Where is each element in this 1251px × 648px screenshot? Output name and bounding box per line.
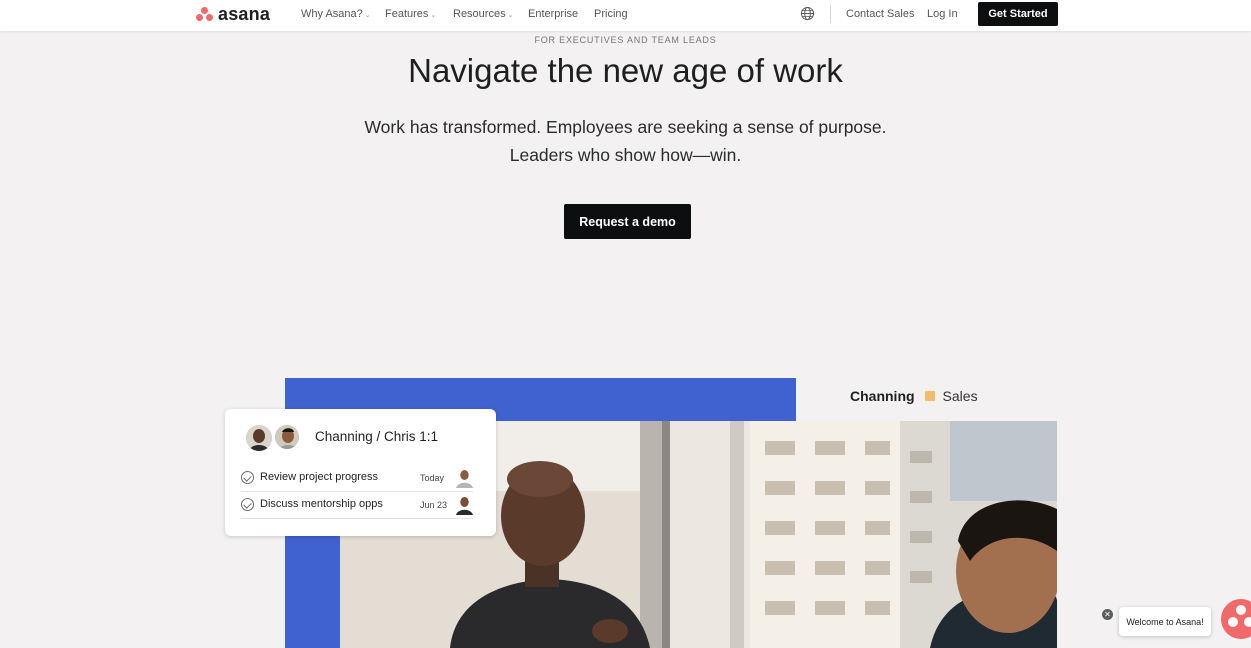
check-circle-icon[interactable] (241, 498, 254, 511)
asana-logo[interactable]: asana (196, 4, 270, 24)
nav-resources[interactable]: Resources ⌄ (453, 8, 513, 20)
nav-pricing[interactable]: Pricing (594, 8, 628, 20)
assignee-avatar (456, 497, 473, 515)
chevron-down-icon: ⌄ (430, 12, 437, 19)
page-title: Navigate the new age of work (408, 52, 843, 89)
hero-subtitle: Work has transformed. Employees are seek… (0, 113, 1251, 169)
logo-text: asana (218, 3, 271, 24)
avatar (273, 423, 301, 451)
nav-divider (830, 5, 831, 23)
task-label: Review project progress (260, 471, 378, 483)
nav-why-asana[interactable]: Why Asana? ⌄ (301, 8, 371, 20)
task-label: Discuss mentorship opps (260, 498, 383, 510)
card-title: Channing / Chris 1:1 (315, 429, 439, 444)
close-icon[interactable]: ✕ (1102, 609, 1113, 620)
avatar (246, 425, 272, 451)
task-row[interactable]: Discuss mentorship opps Jun 23 (241, 492, 473, 519)
contact-sales-link[interactable]: Contact Sales (846, 8, 914, 20)
chevron-down-icon: ⌄ (364, 12, 371, 19)
hero-subtitle-line-2: Leaders who show how—win. (509, 145, 742, 165)
team-name: Sales (942, 388, 978, 404)
nav-resources-label: Resources (453, 8, 506, 20)
nav-why-asana-label: Why Asana? (301, 8, 363, 20)
asana-logo-icon (196, 7, 214, 21)
nav-enterprise-label: Enterprise (528, 8, 579, 20)
task-row[interactable]: Review project progress Today (241, 465, 473, 492)
get-started-button[interactable]: Get Started (978, 2, 1058, 26)
assignee-name: Channing (850, 388, 915, 404)
request-demo-button[interactable]: Request a demo (564, 204, 691, 239)
top-navigation: asana Why Asana? ⌄ Features ⌄ Resources ⌄ E… (0, 0, 1251, 31)
chevron-down-icon: ⌄ (507, 12, 514, 19)
chat-launcher-button[interactable] (1221, 599, 1251, 639)
task-due-date: Today (420, 473, 445, 483)
nav-enterprise[interactable]: Enterprise (528, 8, 578, 20)
nav-pricing-label: Pricing (594, 8, 628, 20)
nav-features-label: Features (385, 8, 429, 20)
nav-features[interactable]: Features ⌄ (385, 8, 436, 20)
assignee-avatar (456, 470, 473, 488)
task-due-date: Jun 23 (420, 500, 448, 510)
hero-subtitle-line-1: Work has transformed. Employees are seek… (364, 117, 887, 137)
task-card: Channing / Chris 1:1 Review project prog… (225, 409, 496, 536)
globe-icon[interactable] (800, 6, 815, 21)
assignee-tag: Channing Sales (850, 388, 978, 404)
team-color-swatch (924, 391, 935, 401)
log-in-link[interactable]: Log In (927, 8, 958, 20)
hero-eyebrow: FOR EXECUTIVES AND TEAM LEADS (534, 35, 717, 45)
chat-greeting[interactable]: Welcome to Asana! (1119, 607, 1211, 636)
check-circle-icon[interactable] (241, 471, 254, 484)
